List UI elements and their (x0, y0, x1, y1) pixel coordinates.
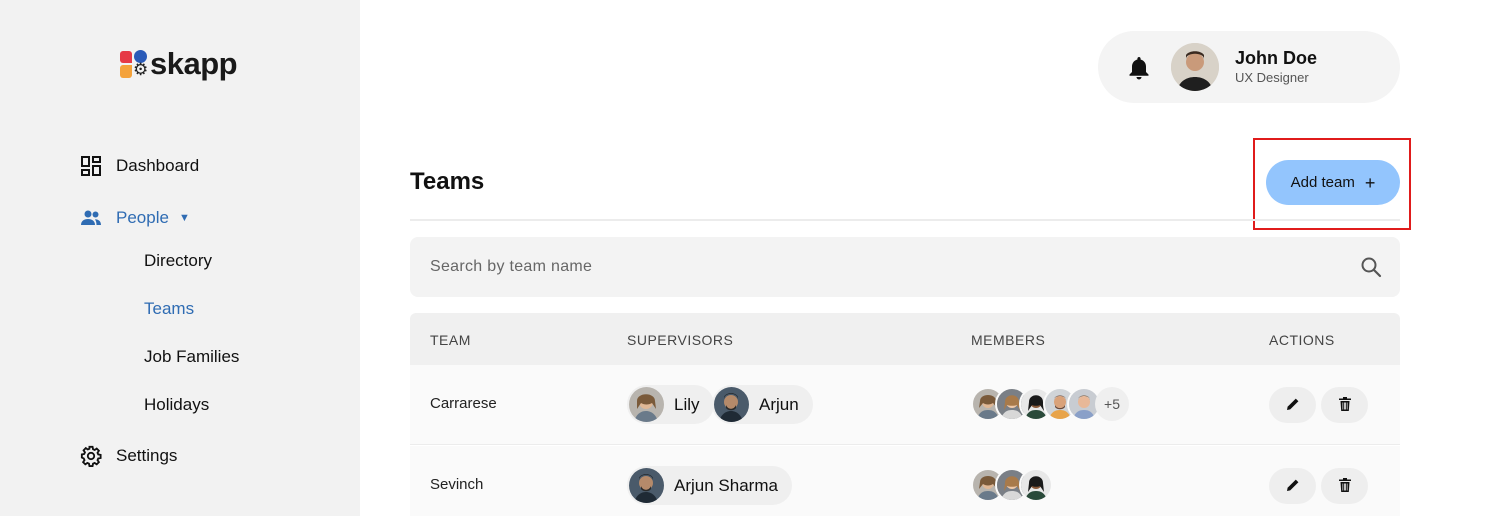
sidebar-item-label: Dashboard (116, 156, 200, 175)
sidebar-subitem-holidays[interactable]: Holidays (144, 395, 209, 415)
sidebar-subitem-job-families[interactable]: Job Families (144, 347, 239, 367)
delete-button[interactable] (1321, 468, 1368, 504)
search-input[interactable] (410, 237, 1340, 297)
sidebar-item-dashboard[interactable]: Dashboard (80, 155, 199, 177)
members-avatar-group[interactable]: +5 (971, 385, 1129, 423)
edit-button[interactable] (1269, 387, 1316, 423)
search-icon[interactable] (1360, 256, 1382, 278)
edit-button[interactable] (1269, 468, 1316, 504)
trash-icon (1338, 396, 1351, 414)
supervisor-name: Arjun Sharma (674, 475, 778, 495)
add-team-label: Add team (1290, 174, 1355, 191)
sidebar-item-people[interactable]: People ▼ (80, 207, 190, 229)
logo[interactable]: ⚙ skapp (120, 46, 238, 81)
divider (410, 219, 1400, 221)
dashboard-icon (80, 155, 102, 177)
column-header-team[interactable]: TEAM (430, 332, 471, 348)
sidebar-item-label: Settings (116, 446, 178, 465)
sidebar-subitem-teams[interactable]: Teams (144, 299, 194, 319)
team-name: Sevinch (430, 476, 484, 493)
sidebar: ⚙ skapp Dashboard People ▼ Directory Tea… (0, 0, 360, 516)
plus-icon: + (1364, 172, 1376, 193)
sidebar-item-label: People (116, 208, 169, 227)
pencil-icon (1286, 397, 1300, 414)
skapp-logo-icon: ⚙ (120, 48, 150, 80)
page-title: Teams (410, 168, 485, 195)
supervisor-chip[interactable]: Lily (627, 385, 714, 424)
sidebar-subitem-directory[interactable]: Directory (144, 251, 212, 271)
column-header-actions: ACTIONS (1269, 332, 1335, 348)
team-name: Carrarese (430, 395, 497, 412)
members-avatar-group[interactable] (971, 466, 1053, 504)
search-box (410, 237, 1400, 297)
user-role: UX Designer (1235, 70, 1309, 85)
bell-icon[interactable] (1127, 55, 1151, 81)
table-row[interactable]: Carrarese Lily Arjun +5 (410, 365, 1400, 445)
chevron-down-icon[interactable]: ▼ (179, 212, 190, 224)
supervisor-chip[interactable]: Arjun (712, 385, 813, 424)
people-icon (80, 207, 102, 229)
supervisor-chip[interactable]: Arjun Sharma (627, 466, 792, 505)
add-team-button[interactable]: Add team + (1266, 160, 1400, 205)
avatar[interactable] (1171, 43, 1219, 91)
avatar (1019, 468, 1053, 502)
members-more-count[interactable]: +5 (1095, 387, 1129, 421)
avatar (714, 387, 749, 422)
table-header: TEAM SUPERVISORS MEMBERS ACTIONS (410, 313, 1400, 365)
pencil-icon (1286, 478, 1300, 495)
delete-button[interactable] (1321, 387, 1368, 423)
table-row[interactable]: Sevinch Arjun Sharma (410, 446, 1400, 516)
column-header-supervisors[interactable]: SUPERVISORS (627, 332, 733, 348)
supervisor-name: Lily (674, 394, 700, 414)
gear-icon (80, 445, 102, 467)
supervisor-name: Arjun (759, 394, 799, 414)
avatar (629, 468, 664, 503)
user-name: John Doe (1235, 48, 1318, 68)
avatar (629, 387, 664, 422)
sidebar-item-settings[interactable]: Settings (80, 445, 177, 467)
logo-text: skapp (150, 46, 238, 81)
column-header-members[interactable]: MEMBERS (971, 332, 1045, 348)
trash-icon (1338, 477, 1351, 495)
